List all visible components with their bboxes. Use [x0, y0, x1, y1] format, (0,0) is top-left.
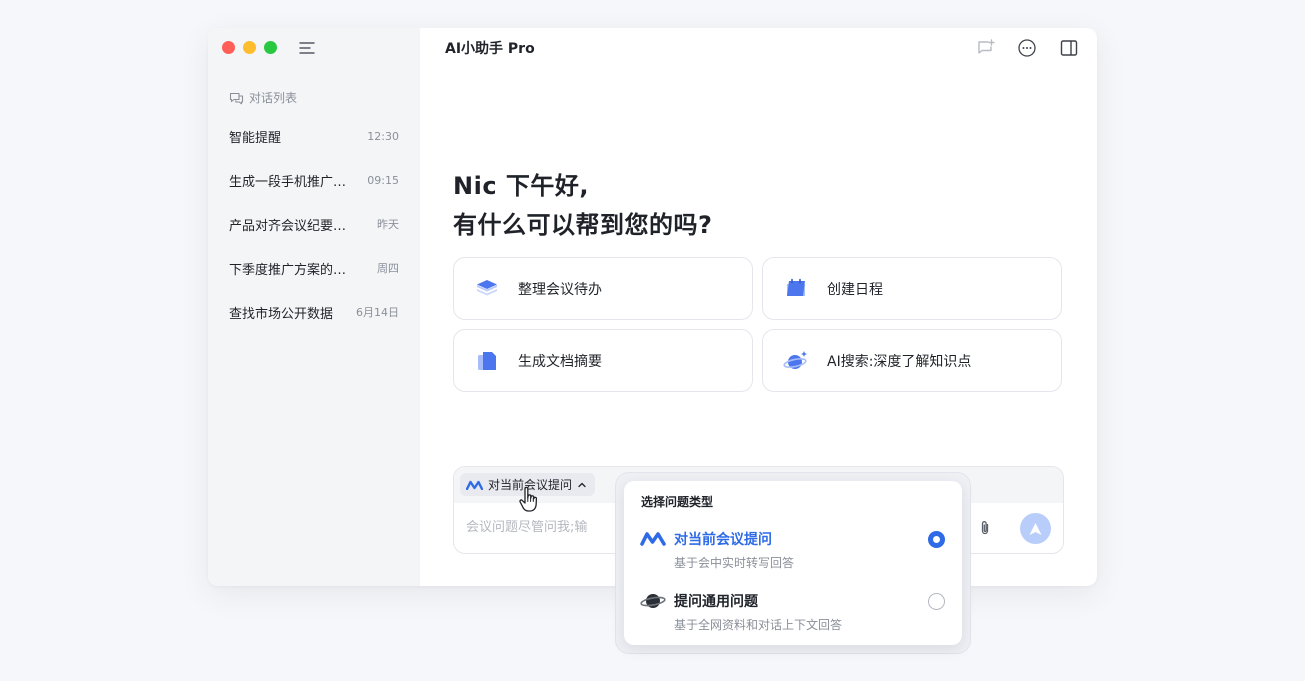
- card-label: AI搜索:深度了解知识点: [827, 353, 972, 370]
- conversation-time: 周四: [377, 262, 399, 275]
- window-minimize-button[interactable]: [243, 41, 256, 54]
- planet-icon: [640, 594, 666, 608]
- meeting-logo-icon: [640, 532, 666, 546]
- card-label: 生成文档摘要: [518, 353, 602, 370]
- option-radio[interactable]: [928, 593, 945, 610]
- layers-icon: [477, 279, 497, 295]
- quick-action-summarize-doc[interactable]: 生成文档摘要: [453, 329, 753, 392]
- window-close-button[interactable]: [222, 41, 235, 54]
- sidebar: 对话列表 智能提醒 12:30 生成一段手机推广… 09:15 产品对齐会议纪要…: [208, 28, 420, 586]
- option-title: 对当前会议提问: [674, 532, 772, 548]
- conversation-list-label: 对话列表: [249, 91, 298, 105]
- conversation-time: 09:15: [367, 173, 399, 187]
- greeting-line: Nic 下午好,: [453, 172, 590, 200]
- conversation-time: 昨天: [377, 218, 399, 231]
- quick-action-organize-todos[interactable]: 整理会议待办: [453, 257, 753, 320]
- meeting-logo-icon: [466, 480, 483, 490]
- window-maximize-button[interactable]: [264, 41, 277, 54]
- card-label: 整理会议待办: [518, 281, 602, 298]
- conversation-list-header: 对话列表: [229, 89, 297, 106]
- document-icon: [478, 351, 496, 370]
- option-radio[interactable]: [928, 531, 945, 548]
- conversation-item[interactable]: 产品对齐会议纪要… 昨天: [229, 214, 399, 234]
- popover-title: 选择问题类型: [641, 495, 714, 509]
- card-label: 创建日程: [827, 281, 883, 298]
- conversation-title: 下季度推广方案的…: [229, 262, 347, 278]
- conversation-title: 智能提醒: [229, 130, 282, 146]
- chevron-up-icon: [578, 482, 586, 487]
- option-description: 基于全网资料和对话上下文回答: [674, 618, 843, 632]
- conversation-time: 12:30: [367, 129, 399, 143]
- conversation-title: 生成一段手机推广…: [229, 174, 347, 190]
- toggle-panel-icon[interactable]: [1059, 38, 1079, 58]
- quick-action-ai-search[interactable]: AI搜索:深度了解知识点: [762, 329, 1062, 392]
- planet-search-icon: [783, 350, 807, 369]
- conversation-item[interactable]: 生成一段手机推广… 09:15: [229, 170, 399, 190]
- send-icon: [1029, 522, 1042, 535]
- conversation-title: 查找市场公开数据: [229, 306, 334, 322]
- option-title: 提问通用问题: [674, 594, 758, 610]
- question-type-popover: 选择问题类型 对当前会议提问 基于会中实时转写回答 提问通用问题 基于全网资料和…: [624, 481, 962, 645]
- app-title: AI小助手 Pro: [445, 41, 535, 57]
- send-button[interactable]: [1020, 513, 1051, 544]
- new-chat-icon[interactable]: [976, 38, 996, 58]
- chat-list-icon: [229, 92, 244, 104]
- conversation-item[interactable]: 下季度推广方案的… 周四: [229, 258, 399, 278]
- greeting-question: 有什么可以帮到您的吗?: [453, 211, 713, 239]
- conversation-item[interactable]: 查找市场公开数据 6月14日: [229, 302, 399, 322]
- option-general-question[interactable]: 提问通用问题 基于全网资料和对话上下文回答: [624, 589, 962, 639]
- option-current-meeting[interactable]: 对当前会议提问 基于会中实时转写回答: [624, 527, 962, 577]
- conversation-title: 产品对齐会议纪要…: [229, 218, 347, 234]
- question-mode-label: 对当前会议提问: [488, 478, 573, 492]
- conversation-item[interactable]: 智能提醒 12:30: [229, 126, 399, 146]
- question-mode-selector[interactable]: 对当前会议提问: [460, 473, 596, 496]
- attachment-icon[interactable]: [976, 519, 994, 537]
- more-options-icon[interactable]: [1017, 38, 1037, 58]
- conversation-time: 6月14日: [356, 306, 399, 319]
- option-description: 基于会中实时转写回答: [674, 556, 795, 570]
- calendar-icon: [787, 278, 805, 296]
- menu-icon[interactable]: [299, 40, 315, 56]
- quick-action-create-schedule[interactable]: 创建日程: [762, 257, 1062, 320]
